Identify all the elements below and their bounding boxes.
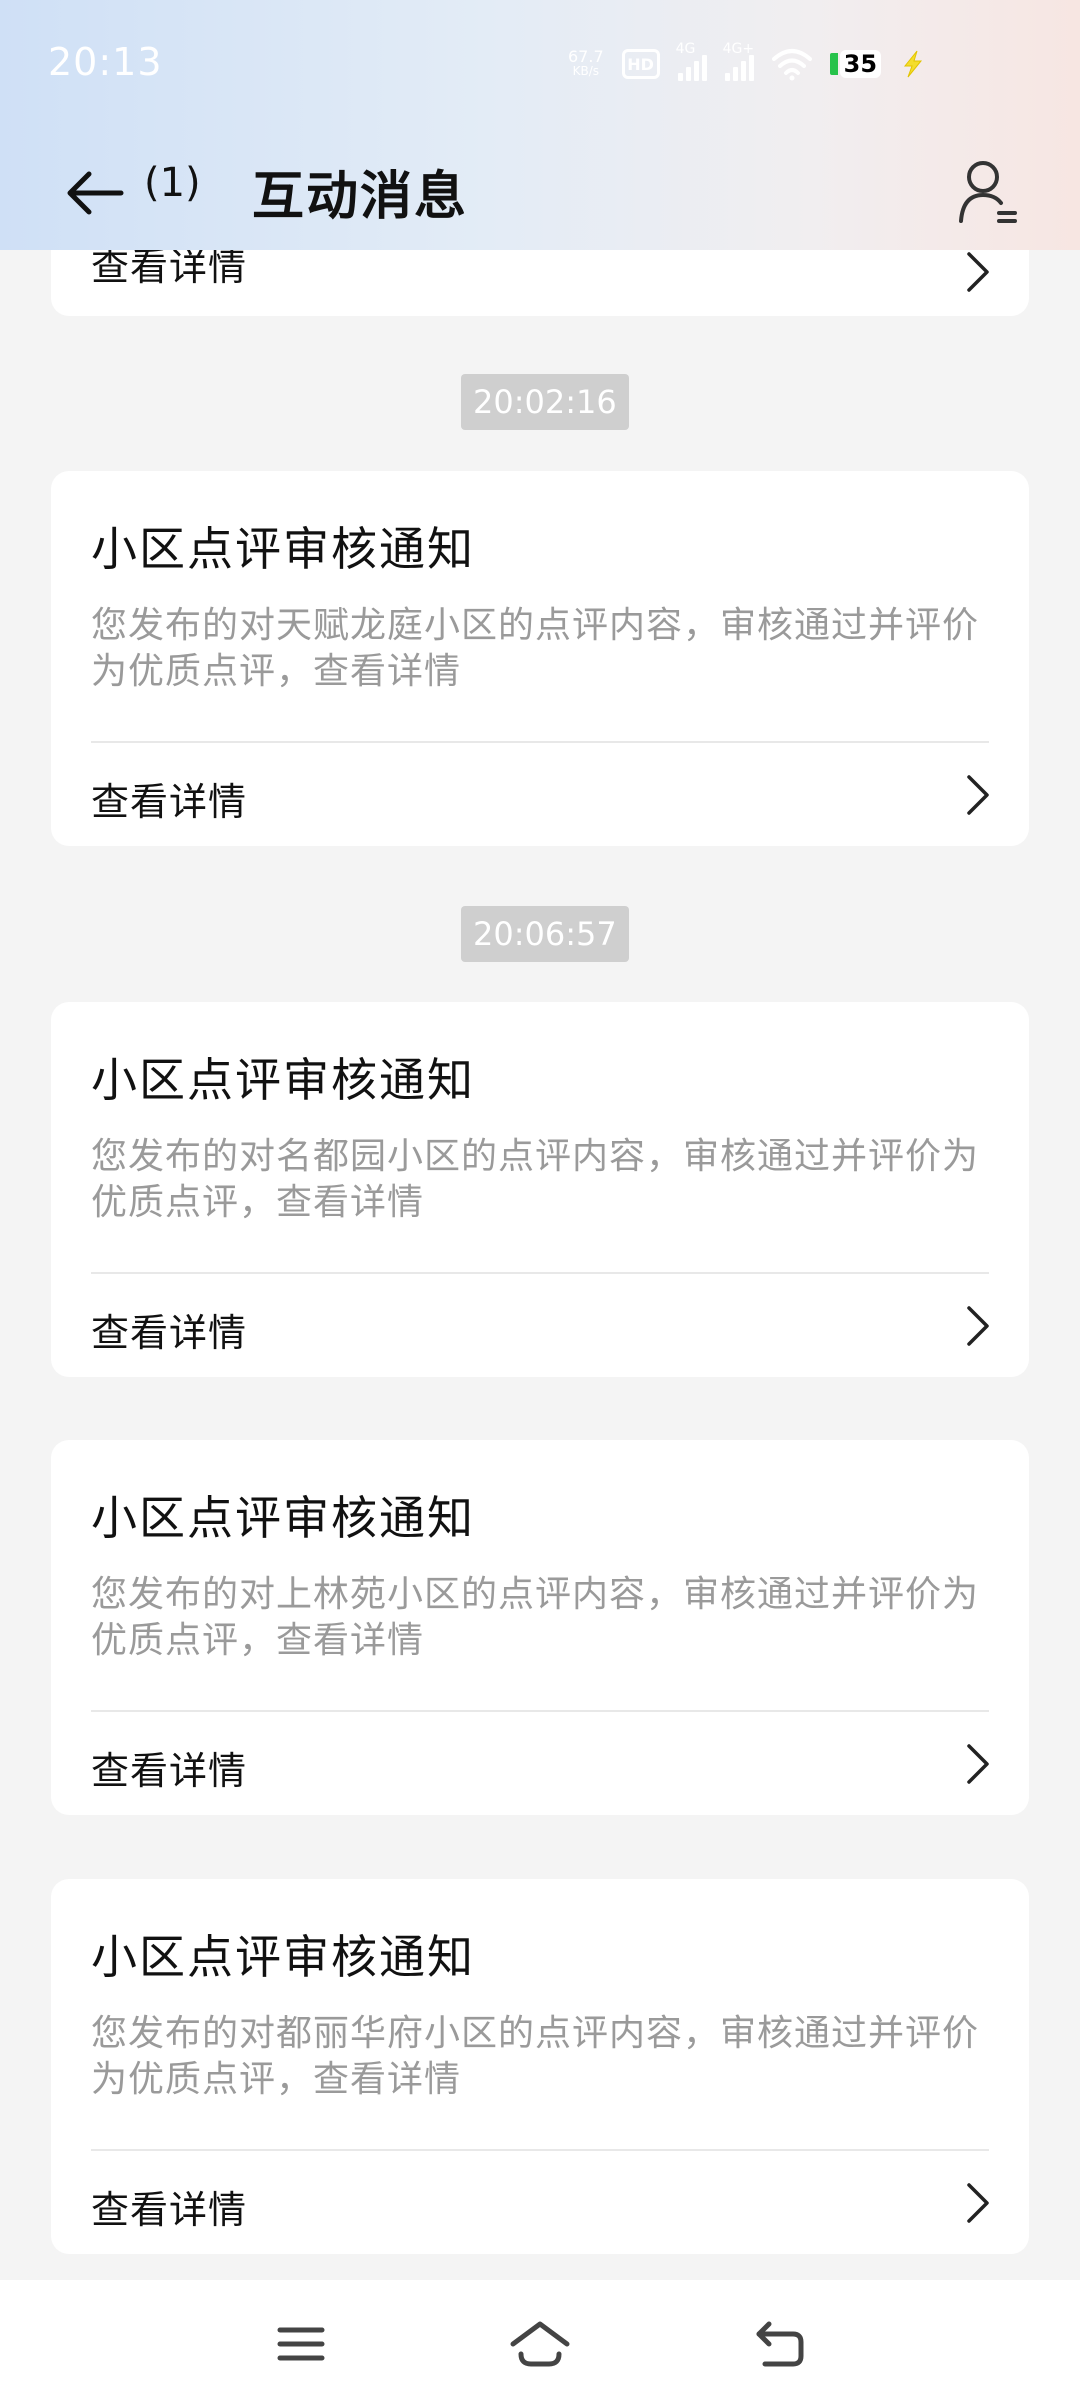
nav-menu-button[interactable] [266, 2314, 336, 2374]
status-bar: 20:13 67.7 KB/s HD 4G 4G+ 35 [0, 0, 1080, 130]
signal-icon-2: 4G+ [723, 41, 754, 81]
message-timestamp: 20:02:16 [461, 374, 629, 430]
message-card[interactable]: 小区点评审核通知 您发布的对天赋龙庭小区的点评内容，审核通过并评价为优质点评，查… [51, 471, 1029, 846]
chevron-right-icon [967, 1744, 989, 1784]
menu-icon [277, 2327, 325, 2361]
nav-back-button[interactable] [745, 2314, 815, 2374]
network-speed-unit: KB/s [572, 64, 600, 78]
message-card-partial[interactable]: 查看详情 [51, 250, 1029, 316]
view-details-link[interactable]: 查看详情 [91, 771, 247, 826]
chevron-right-icon [967, 2183, 989, 2223]
view-details-link[interactable]: 查看详情 [91, 250, 247, 291]
wifi-icon [771, 49, 812, 81]
message-card[interactable]: 小区点评审核通知 您发布的对都丽华府小区的点评内容，审核通过并评价为优质点评，查… [51, 1879, 1029, 2254]
message-card[interactable]: 小区点评审核通知 您发布的对名都园小区的点评内容，审核通过并评价为优质点评，查看… [51, 1002, 1029, 1377]
view-details-row[interactable]: 查看详情 [51, 743, 1029, 845]
message-list[interactable]: 查看详情 20:02:16 小区点评审核通知 您发布的对天赋龙庭小区的点评内容，… [0, 250, 1080, 2280]
view-details-link[interactable]: 查看详情 [91, 2179, 247, 2234]
message-body: 您发布的对天赋龙庭小区的点评内容，审核通过并评价为优质点评，查看详情 [91, 605, 980, 692]
unread-count: (1) [144, 160, 201, 206]
view-details-link[interactable]: 查看详情 [91, 1740, 247, 1795]
network-speed: 67.7 KB/s [568, 47, 604, 79]
page-title: 互动消息 [252, 167, 469, 227]
status-time: 20:13 [48, 40, 163, 84]
back-button[interactable] [60, 158, 130, 228]
chevron-right-icon [967, 775, 989, 815]
view-details-row[interactable]: 查看详情 [51, 2151, 1029, 2253]
signal-label-2: 4G+ [722, 41, 755, 57]
message-timestamp: 20:06:57 [461, 906, 629, 962]
return-icon [756, 2321, 804, 2367]
view-details-row[interactable]: 查看详情 [51, 1712, 1029, 1814]
message-body: 您发布的对名都园小区的点评内容，审核通过并评价为优质点评，查看详情 [91, 1136, 980, 1223]
message-body: 您发布的对都丽华府小区的点评内容，审核通过并评价为优质点评，查看详情 [91, 2013, 980, 2100]
message-title: 小区点评审核通知 [91, 1930, 475, 1984]
home-icon [510, 2321, 570, 2367]
header: (1) 互动消息 [0, 130, 1080, 250]
message-title: 小区点评审核通知 [91, 522, 475, 576]
message-title: 小区点评审核通知 [91, 1053, 475, 1107]
message-body: 您发布的对上林苑小区的点评内容，审核通过并评价为优质点评，查看详情 [91, 1574, 980, 1661]
chevron-right-icon [967, 252, 989, 292]
view-details-link[interactable]: 查看详情 [91, 1302, 247, 1357]
network-speed-value: 67.7 [568, 47, 604, 66]
battery-icon: 35 [829, 50, 882, 78]
chevron-right-icon [967, 1306, 989, 1346]
nav-home-button[interactable] [505, 2314, 575, 2374]
signal-label: 4G [675, 41, 696, 57]
system-nav-bar [0, 2280, 1080, 2408]
arrow-left-icon [67, 171, 124, 215]
message-title: 小区点评审核通知 [91, 1491, 475, 1545]
status-icons: 67.7 KB/s HD 4G 4G+ 35 [568, 41, 927, 84]
battery-level: 35 [839, 50, 882, 78]
top-area: 20:13 67.7 KB/s HD 4G 4G+ 35 (1) 互动消息 [0, 0, 1080, 250]
hd-icon: HD [621, 49, 660, 79]
view-details-row[interactable]: 查看详情 [51, 1274, 1029, 1376]
profile-button[interactable] [952, 152, 1022, 232]
user-settings-icon [959, 161, 1017, 223]
charging-icon [903, 50, 923, 78]
signal-icon: 4G [676, 41, 707, 81]
message-card[interactable]: 小区点评审核通知 您发布的对上林苑小区的点评内容，审核通过并评价为优质点评，查看… [51, 1440, 1029, 1815]
